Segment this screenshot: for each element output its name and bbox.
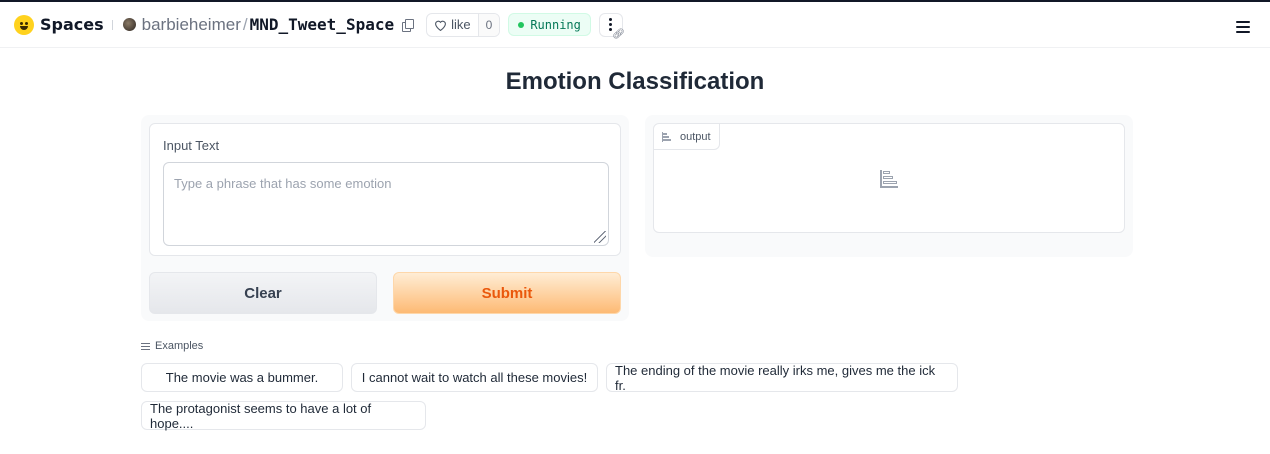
owner-link[interactable]: barbieheimer bbox=[142, 15, 241, 35]
top-nav: Spaces barbieheimer / MND_Tweet_Space li… bbox=[0, 2, 1270, 48]
hugging-face-icon bbox=[14, 14, 34, 35]
heart-icon bbox=[435, 20, 447, 31]
examples-header: Examples bbox=[141, 340, 203, 352]
app-title: Emotion Classification bbox=[505, 68, 765, 95]
menu-icon[interactable] bbox=[1236, 21, 1250, 36]
input-text-block: Input Text Type a phrase that has some e… bbox=[149, 123, 621, 256]
input-label: Input Text bbox=[163, 138, 220, 153]
like-toggle[interactable]: like bbox=[427, 14, 478, 36]
output-label-tab: output bbox=[654, 124, 720, 150]
path-separator: / bbox=[242, 14, 248, 34]
like-count: 0 bbox=[477, 13, 500, 36]
example-item[interactable]: I cannot wait to watch all these movies! bbox=[351, 363, 598, 392]
output-label: output bbox=[680, 130, 711, 143]
example-item[interactable]: The ending of the movie really irks me, … bbox=[606, 363, 958, 393]
status-label: Running bbox=[530, 17, 581, 32]
submit-button[interactable]: Submit bbox=[393, 272, 621, 314]
example-item[interactable]: The movie was a bummer. bbox=[141, 363, 343, 392]
link-icon: 🔗︎ bbox=[612, 28, 625, 40]
examples-label: Examples bbox=[155, 340, 204, 352]
output-block: output bbox=[653, 123, 1125, 233]
resize-handle-icon[interactable] bbox=[594, 231, 606, 243]
examples-list: The movie was a bummer. I cannot wait to… bbox=[141, 363, 971, 431]
divider bbox=[111, 19, 113, 30]
more-options-button[interactable]: 🔗︎ bbox=[598, 12, 625, 40]
clear-button[interactable]: Clear bbox=[149, 272, 377, 314]
like-button[interactable]: like 0 bbox=[426, 12, 501, 37]
status-dot-icon bbox=[518, 21, 525, 28]
brand-label: Spaces bbox=[40, 15, 104, 34]
input-textarea[interactable]: Type a phrase that has some emotion bbox=[163, 162, 609, 246]
bar-chart-icon bbox=[662, 131, 672, 142]
list-icon bbox=[141, 341, 150, 352]
example-item[interactable]: The protagonist seems to have a lot of h… bbox=[141, 401, 426, 431]
main-row: Input Text Type a phrase that has some e… bbox=[141, 115, 1133, 321]
copy-icon[interactable] bbox=[402, 18, 415, 32]
owner-avatar[interactable] bbox=[122, 18, 136, 31]
repo-name[interactable]: MND_Tweet_Space bbox=[250, 15, 395, 34]
spaces-logo[interactable]: Spaces bbox=[14, 14, 104, 35]
output-panel: output bbox=[645, 115, 1133, 257]
empty-label-chart-icon bbox=[880, 170, 898, 188]
status-badge: Running bbox=[508, 13, 591, 36]
like-label: like bbox=[451, 17, 471, 32]
input-panel: Input Text Type a phrase that has some e… bbox=[141, 115, 629, 321]
